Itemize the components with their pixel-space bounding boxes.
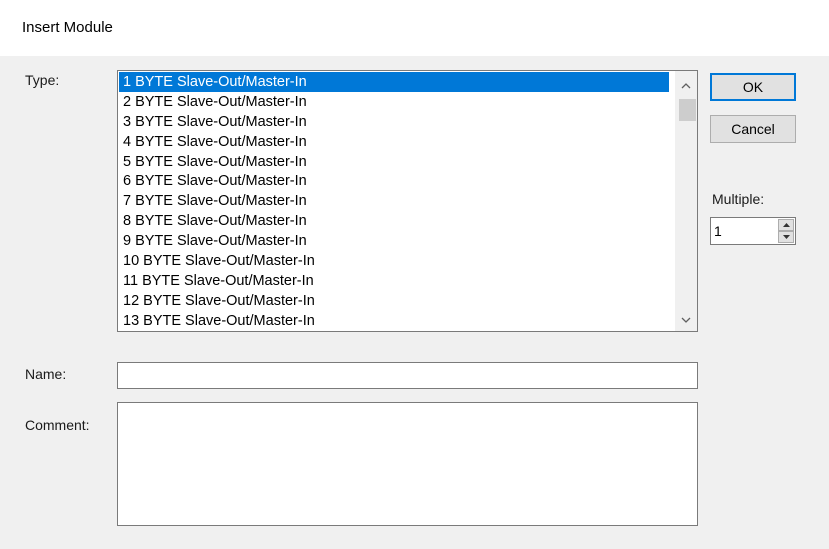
multiple-spinner[interactable] [710, 217, 796, 245]
title-bar[interactable]: Insert Module [0, 0, 829, 56]
cancel-button[interactable]: Cancel [710, 115, 796, 143]
triangle-up-icon [782, 223, 790, 227]
chevron-down-icon [681, 317, 691, 323]
comment-field[interactable] [117, 402, 698, 526]
type-list-item[interactable]: 4 BYTE Slave-Out/Master-In [119, 132, 669, 152]
vertical-scrollbar[interactable] [675, 71, 697, 331]
scroll-up-button[interactable] [675, 75, 697, 97]
spin-down-button[interactable] [778, 231, 794, 243]
type-list-item[interactable]: 13 BYTE Slave-Out/Master-In [119, 311, 669, 330]
chevron-up-icon [681, 83, 691, 89]
type-list-item[interactable]: 11 BYTE Slave-Out/Master-In [119, 271, 669, 291]
comment-textarea[interactable] [118, 403, 697, 525]
multiple-label: Multiple: [712, 191, 765, 207]
type-list-item[interactable]: 10 BYTE Slave-Out/Master-In [119, 251, 669, 271]
triangle-down-icon [782, 235, 790, 239]
name-field[interactable] [117, 362, 698, 389]
type-list-items: 1 BYTE Slave-Out/Master-In 2 BYTE Slave-O… [119, 72, 669, 330]
window-title: Insert Module [22, 19, 113, 36]
type-label: Type: [25, 72, 60, 88]
type-list-item[interactable]: 5 BYTE Slave-Out/Master-In [119, 152, 669, 172]
scrollbar-thumb[interactable] [679, 99, 696, 121]
spin-up-button[interactable] [778, 219, 794, 231]
type-list-item[interactable]: 2 BYTE Slave-Out/Master-In [119, 92, 669, 112]
type-list-item[interactable]: 9 BYTE Slave-Out/Master-In [119, 231, 669, 251]
multiple-input[interactable] [714, 221, 774, 241]
type-list-item[interactable]: 12 BYTE Slave-Out/Master-In [119, 291, 669, 311]
type-listbox[interactable]: 1 BYTE Slave-Out/Master-In 2 BYTE Slave-O… [117, 70, 698, 332]
type-list-item[interactable]: 6 BYTE Slave-Out/Master-In [119, 171, 669, 191]
type-list-item[interactable]: 8 BYTE Slave-Out/Master-In [119, 211, 669, 231]
scroll-down-button[interactable] [675, 309, 697, 331]
name-label: Name: [25, 366, 67, 382]
name-input[interactable] [118, 363, 697, 388]
type-list-item[interactable]: 7 BYTE Slave-Out/Master-In [119, 191, 669, 211]
comment-label: Comment: [25, 417, 90, 433]
type-list-item[interactable]: 3 BYTE Slave-Out/Master-In [119, 112, 669, 132]
ok-button[interactable]: OK [710, 73, 796, 101]
type-list-item[interactable]: 1 BYTE Slave-Out/Master-In [119, 72, 669, 92]
